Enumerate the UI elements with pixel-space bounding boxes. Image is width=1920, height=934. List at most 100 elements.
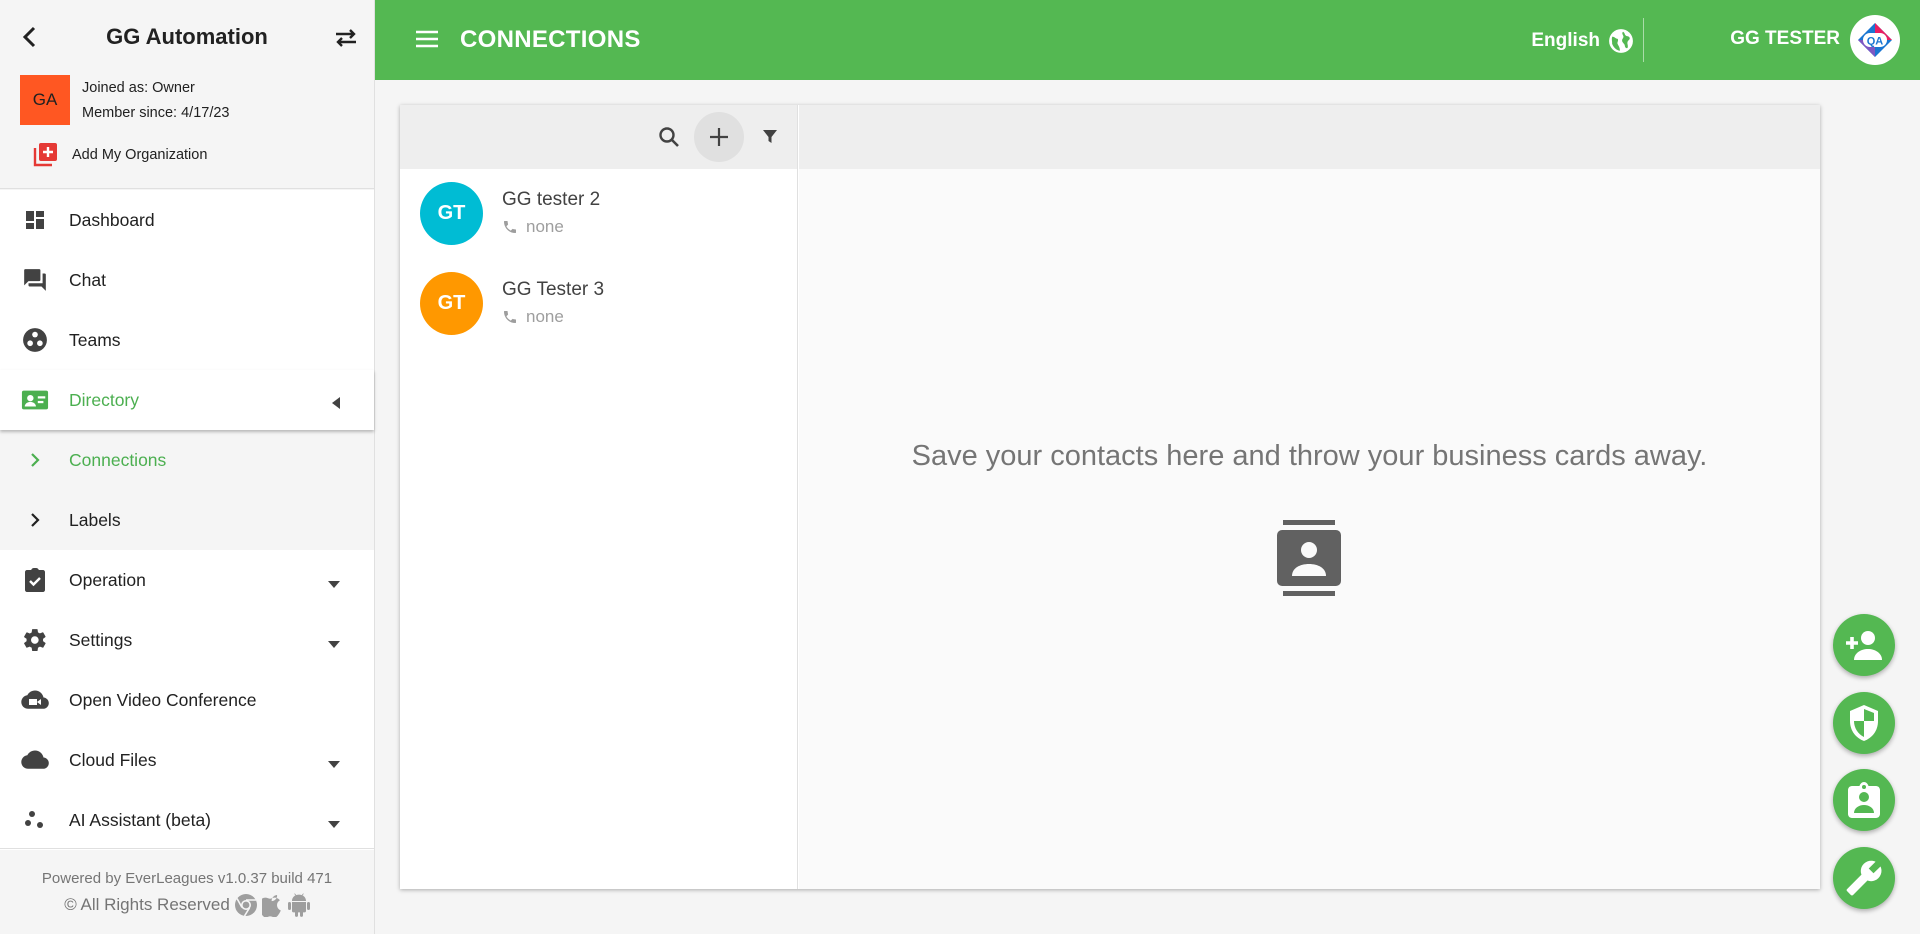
clipboard-check-icon: [21, 566, 49, 594]
sidebar-item-operation[interactable]: Operation: [0, 550, 374, 610]
page-title: CONNECTIONS: [460, 26, 641, 53]
contact-avatar: GT: [420, 272, 483, 335]
org-header: GG Automation: [0, 0, 374, 75]
cloud-icon: [21, 746, 49, 774]
menu-icon[interactable]: [415, 29, 439, 54]
sidebar-item-chat[interactable]: Chat: [0, 250, 374, 310]
contact-phone: none: [502, 217, 564, 237]
sidebar-item-label: Connections: [69, 449, 167, 470]
contact-name: GG tester 2: [502, 189, 601, 210]
swap-icon[interactable]: [332, 24, 360, 52]
contact-card-icon: [21, 386, 49, 414]
tools-fab[interactable]: [1833, 847, 1895, 909]
member-since: Member since: 4/17/23: [82, 105, 230, 121]
org-avatar: GA: [20, 75, 70, 125]
sidebar-item-cloud-files[interactable]: Cloud Files: [0, 730, 374, 790]
org-meta: Joined as: Owner Member since: 4/17/23: [82, 76, 230, 126]
security-fab[interactable]: [1833, 692, 1895, 754]
forum-icon: [21, 266, 49, 294]
add-contact-button[interactable]: [694, 112, 744, 162]
contact-list-item[interactable]: GT GG tester 2 none: [400, 169, 797, 259]
sidebar-item-label: AI Assistant (beta): [69, 809, 212, 830]
plus-icon: [710, 128, 728, 146]
sidebar-item-label: Chat: [69, 269, 106, 290]
sidebar-item-label: Dashboard: [69, 209, 155, 230]
sidebar-item-video-conference[interactable]: Open Video Conference: [0, 670, 374, 730]
filter-button[interactable]: [745, 112, 795, 162]
sidebar-item-label: Open Video Conference: [69, 689, 257, 710]
sidebar-item-label: Labels: [69, 509, 121, 530]
globe-icon: [1609, 29, 1633, 53]
svg-text:QA: QA: [1867, 36, 1884, 48]
contact-phone: none: [502, 307, 564, 327]
sidebar-item-label: Teams: [69, 329, 121, 350]
user-avatar[interactable]: QA: [1850, 15, 1900, 65]
sidebar-item-directory[interactable]: Directory: [0, 370, 374, 430]
add-box-icon: [33, 143, 57, 167]
gear-icon: [21, 626, 49, 654]
phone-icon: [504, 311, 516, 323]
divider: [1643, 18, 1644, 62]
sidebar-item-label: Directory: [69, 389, 140, 410]
sidebar: GG Automation GA Joined as: Owner Member…: [0, 0, 375, 934]
teams-icon: [21, 326, 49, 354]
rights-row: © All Rights Reserved: [0, 893, 374, 917]
connections-card: GT GG tester 2 none GT GG Tester 3 none …: [400, 105, 1820, 889]
add-organization-button[interactable]: Add My Organization: [32, 142, 207, 168]
top-app-bar: CONNECTIONS English GG TESTER QA: [375, 0, 1920, 80]
contacts-book-icon: [1277, 520, 1341, 601]
filter-icon: [763, 130, 777, 143]
sidebar-item-labels[interactable]: Labels: [0, 490, 374, 550]
contact-phone-value: none: [526, 217, 564, 236]
chevron-right-icon: [21, 506, 49, 534]
caret-down-icon: [328, 636, 340, 654]
qa-logo-icon: QA: [1858, 23, 1892, 57]
contact-clipboard-fab[interactable]: [1833, 769, 1895, 831]
search-button[interactable]: [644, 112, 694, 162]
ai-dots-icon: [21, 806, 49, 834]
contact-detail-pane: Save your contacts here and throw your b…: [799, 105, 1820, 889]
sidebar-footer: Powered by EverLeagues v1.0.37 build 471…: [0, 848, 374, 934]
chevron-right-icon: [21, 446, 49, 474]
sidebar-nav: Dashboard Chat Teams Directory Connectio…: [0, 190, 374, 850]
shield-icon: [1850, 705, 1878, 741]
android-icon[interactable]: [287, 893, 310, 917]
caret-down-icon: [328, 756, 340, 774]
contact-phone-value: none: [526, 307, 564, 326]
sidebar-item-label: Operation: [69, 569, 146, 590]
sidebar-item-ai-assistant[interactable]: AI Assistant (beta): [0, 790, 374, 850]
contact-avatar: GT: [420, 182, 483, 245]
apple-icon[interactable]: [261, 893, 284, 917]
user-name[interactable]: GG TESTER: [1730, 28, 1840, 50]
caret-down-icon: [328, 816, 340, 834]
sidebar-item-settings[interactable]: Settings: [0, 610, 374, 670]
sidebar-item-dashboard[interactable]: Dashboard: [0, 190, 374, 250]
language-selector[interactable]: English: [1531, 28, 1634, 54]
contact-list-item[interactable]: GT GG Tester 3 none: [400, 259, 797, 349]
sidebar-item-connections[interactable]: Connections: [0, 430, 374, 490]
caret-left-icon: [332, 396, 340, 414]
assignment-ind-icon: [1848, 782, 1880, 818]
add-person-fab[interactable]: [1833, 614, 1895, 676]
contact-name: GG Tester 3: [502, 279, 605, 300]
add-organization-label: Add My Organization: [72, 147, 208, 163]
list-toolbar: [400, 105, 797, 169]
chrome-icon[interactable]: [234, 893, 258, 917]
sidebar-item-label: Settings: [69, 629, 133, 650]
divider: [0, 188, 375, 189]
language-label: English: [1531, 30, 1600, 51]
contact-list-pane: GT GG tester 2 none GT GG Tester 3 none: [400, 105, 798, 889]
org-title: GG Automation: [106, 24, 268, 49]
person-add-icon: [1846, 631, 1882, 660]
dashboard-icon: [21, 206, 49, 234]
sidebar-item-label: Cloud Files: [69, 749, 157, 770]
cloud-video-icon: [21, 686, 49, 714]
search-icon: [659, 127, 679, 147]
sidebar-item-teams[interactable]: Teams: [0, 310, 374, 370]
empty-state-message: Save your contacts here and throw your b…: [911, 440, 1708, 472]
joined-as: Joined as: Owner: [82, 80, 195, 96]
detail-toolbar: [799, 105, 1820, 169]
phone-icon: [504, 221, 516, 233]
caret-down-icon: [328, 576, 340, 594]
wrench-icon: [1846, 860, 1882, 896]
